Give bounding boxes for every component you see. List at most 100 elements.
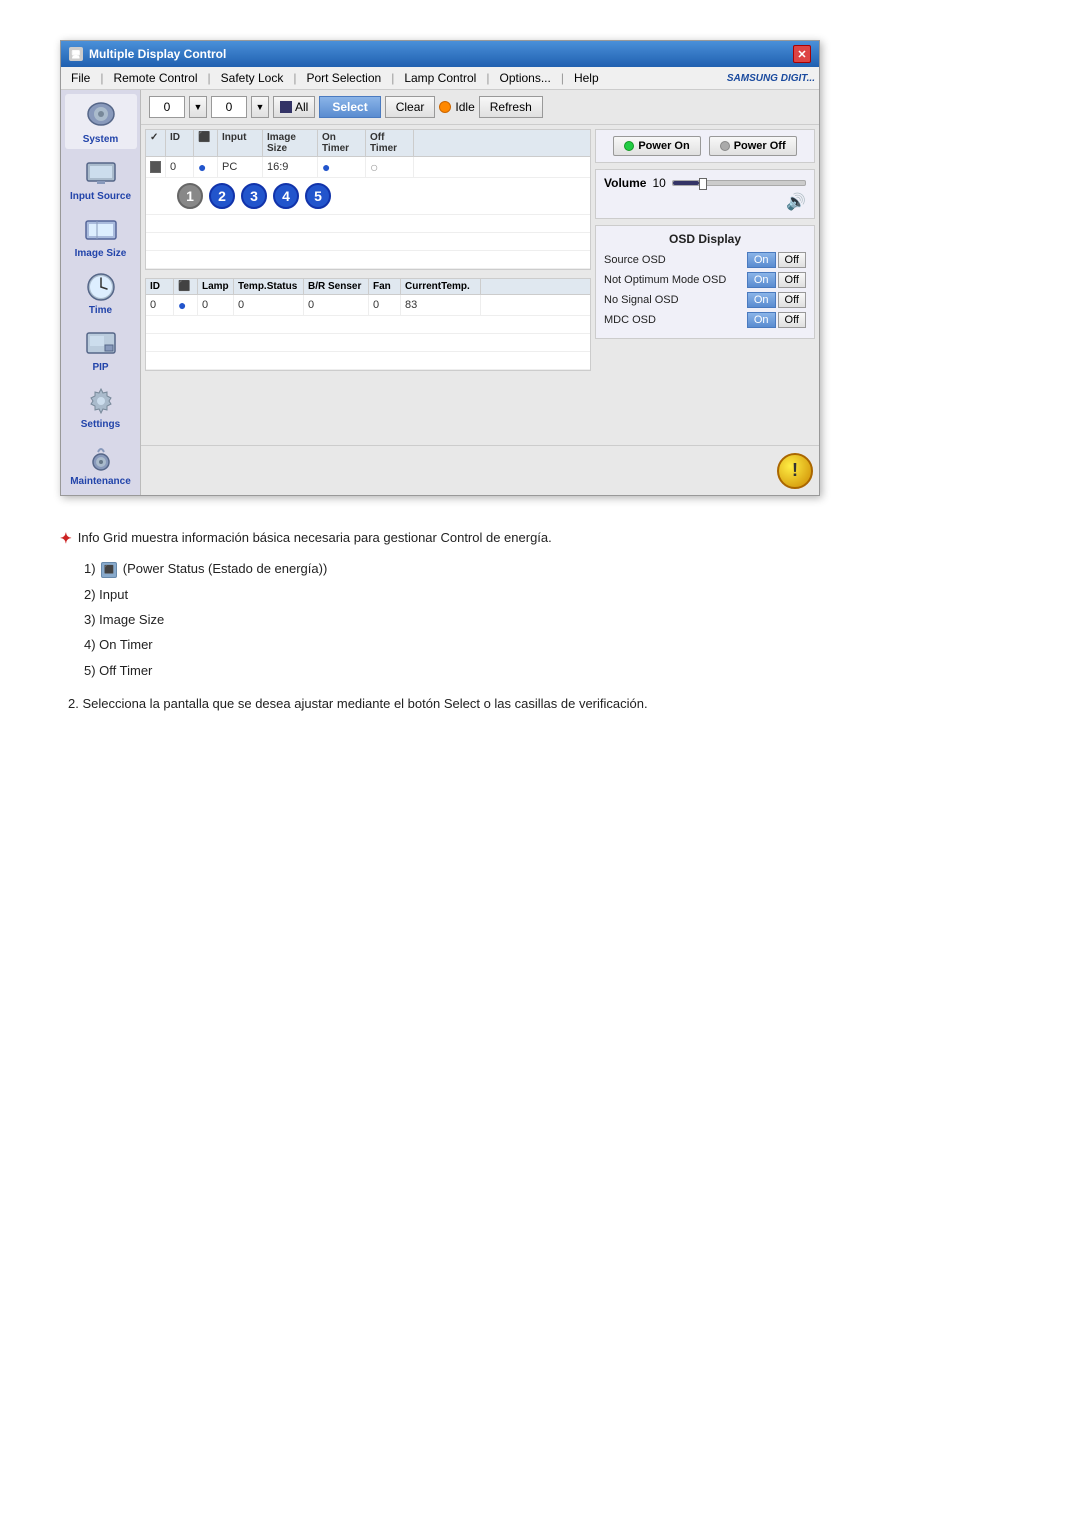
osd-mdc-label: MDC OSD — [604, 314, 656, 326]
sidebar-item-time[interactable]: Time — [65, 265, 137, 320]
all-label: All — [295, 100, 308, 114]
time-icon — [81, 269, 121, 305]
osd-notoptimum-on[interactable]: On — [747, 272, 776, 288]
left-content: ✓ ID ⬛ Input Image Size On Timer Off Tim… — [145, 129, 591, 441]
osd-nosignal-on[interactable]: On — [747, 292, 776, 308]
lamp-header-br: B/R Senser — [304, 279, 369, 294]
circle-2: 2 — [209, 183, 235, 209]
close-button[interactable]: ✕ — [793, 45, 811, 63]
menu-remote-control[interactable]: Remote Control — [107, 69, 203, 87]
refresh-button[interactable]: Refresh — [479, 96, 543, 118]
info-grid-row-0: 0 ● PC 16:9 ● ○ — [146, 157, 590, 178]
all-button[interactable]: All — [273, 96, 315, 118]
osd-mdc-on[interactable]: On — [747, 312, 776, 328]
osd-notoptimum-buttons: On Off — [747, 272, 806, 288]
lamp-header-lamp: Lamp — [198, 279, 234, 294]
osd-source-buttons: On Off — [747, 252, 806, 268]
sidebar-item-pip[interactable]: PIP — [65, 322, 137, 377]
osd-notoptimum-off[interactable]: Off — [778, 272, 806, 288]
id-input-1[interactable] — [149, 96, 185, 118]
volume-row: Volume 10 — [604, 176, 806, 190]
lamp-row-id: 0 — [146, 295, 174, 315]
circle-1: 1 — [177, 183, 203, 209]
header-offtimer: Off Timer — [366, 130, 414, 156]
row-checkbox[interactable] — [150, 161, 161, 173]
circle-5: 5 — [305, 183, 331, 209]
right-content: Power On Power Off Volume 10 — [595, 129, 815, 441]
osd-notoptimum-label: Not Optimum Mode OSD — [604, 274, 726, 286]
sidebar-item-image-size[interactable]: Image Size — [65, 208, 137, 263]
lamp-row-fan: 0 — [369, 295, 401, 315]
system-icon — [81, 98, 121, 134]
info-grid: ✓ ID ⬛ Input Image Size On Timer Off Tim… — [145, 129, 591, 270]
idle-label: Idle — [455, 100, 474, 114]
sidebar-item-system[interactable]: System — [65, 94, 137, 149]
menu-lamp-control[interactable]: Lamp Control — [398, 69, 482, 87]
volume-speaker-icon[interactable]: 🔊 — [786, 192, 806, 212]
id-dropdown-2[interactable]: ▼ — [251, 96, 269, 118]
power-panel: Power On Power Off — [595, 129, 815, 163]
menu-file[interactable]: File — [65, 69, 96, 87]
menu-options[interactable]: Options... — [493, 69, 556, 87]
osd-source-on[interactable]: On — [747, 252, 776, 268]
titlebar-left: 🖥 Multiple Display Control — [69, 47, 226, 61]
toolbar: ▼ ▼ All Select Clear Idle Refresh — [141, 90, 819, 125]
empty-row-2 — [146, 233, 590, 251]
volume-label: Volume — [604, 176, 646, 190]
star-icon: ✦ — [60, 526, 72, 551]
content-area: ✓ ID ⬛ Input Image Size On Timer Off Tim… — [141, 125, 819, 445]
power-off-dot — [720, 141, 730, 151]
lamp-row-temp: 0 — [234, 295, 304, 315]
main-window: 🖥 Multiple Display Control ✕ File | Remo… — [60, 40, 820, 496]
sidebar-label-system: System — [83, 134, 119, 145]
id-input-2[interactable] — [211, 96, 247, 118]
warning-icon: ! — [777, 453, 813, 489]
menu-safety-lock[interactable]: Safety Lock — [215, 69, 290, 87]
lamp-row-curtemp: 83 — [401, 295, 481, 315]
sidebar-label-input-source: Input Source — [70, 191, 131, 202]
power-on-label: Power On — [638, 140, 689, 152]
notes-list-item-1: 1) ⬛ (Power Status (Estado de energía)) — [84, 557, 1020, 580]
id-dropdown-1[interactable]: ▼ — [189, 96, 207, 118]
header-pwr: ⬛ — [194, 130, 218, 156]
circle-3: 3 — [241, 183, 267, 209]
power-on-button[interactable]: Power On — [613, 136, 700, 156]
osd-mdc-buttons: On Off — [747, 312, 806, 328]
notes-item-4-text: On Timer — [99, 637, 152, 652]
lamp-empty-2 — [146, 334, 590, 352]
menu-port-selection[interactable]: Port Selection — [300, 69, 387, 87]
pip-icon — [81, 326, 121, 362]
maintenance-icon — [81, 440, 121, 476]
osd-row-nosignal: No Signal OSD On Off — [604, 292, 806, 308]
star-text: Info Grid muestra información básica nec… — [78, 526, 552, 549]
lamp-row-pwr: ● — [174, 295, 198, 315]
row-check[interactable] — [146, 157, 166, 177]
row-ontimer: ● — [318, 157, 366, 177]
power-off-button[interactable]: Power Off — [709, 136, 797, 156]
osd-nosignal-off[interactable]: Off — [778, 292, 806, 308]
all-checkbox — [280, 101, 292, 113]
osd-source-off[interactable]: Off — [778, 252, 806, 268]
volume-slider[interactable] — [672, 180, 806, 186]
sidebar-item-maintenance[interactable]: Maintenance — [65, 436, 137, 491]
row-offtimer: ○ — [366, 157, 414, 177]
sidebar-item-input-source[interactable]: Input Source — [65, 151, 137, 206]
empty-row-3 — [146, 251, 590, 269]
lamp-header-pwr: ⬛ — [174, 279, 198, 294]
volume-thumb[interactable] — [699, 178, 707, 190]
menu-help[interactable]: Help — [568, 69, 605, 87]
sidebar-item-settings[interactable]: Settings — [65, 379, 137, 434]
volume-panel: Volume 10 🔊 — [595, 169, 815, 219]
select-button[interactable]: Select — [319, 96, 380, 118]
volume-fill — [673, 181, 699, 185]
osd-row-mdc: MDC OSD On Off — [604, 312, 806, 328]
lamp-header: ID ⬛ Lamp Temp.Status B/R Senser Fan Cur… — [146, 279, 590, 295]
osd-row-notoptimum: Not Optimum Mode OSD On Off — [604, 272, 806, 288]
notes-list-item-2: 2) Input — [84, 583, 1020, 606]
clear-button[interactable]: Clear — [385, 96, 436, 118]
settings-icon — [81, 383, 121, 419]
osd-nosignal-buttons: On Off — [747, 292, 806, 308]
osd-mdc-off[interactable]: Off — [778, 312, 806, 328]
row-imgsize: 16:9 — [263, 157, 318, 177]
input-source-icon — [81, 155, 121, 191]
